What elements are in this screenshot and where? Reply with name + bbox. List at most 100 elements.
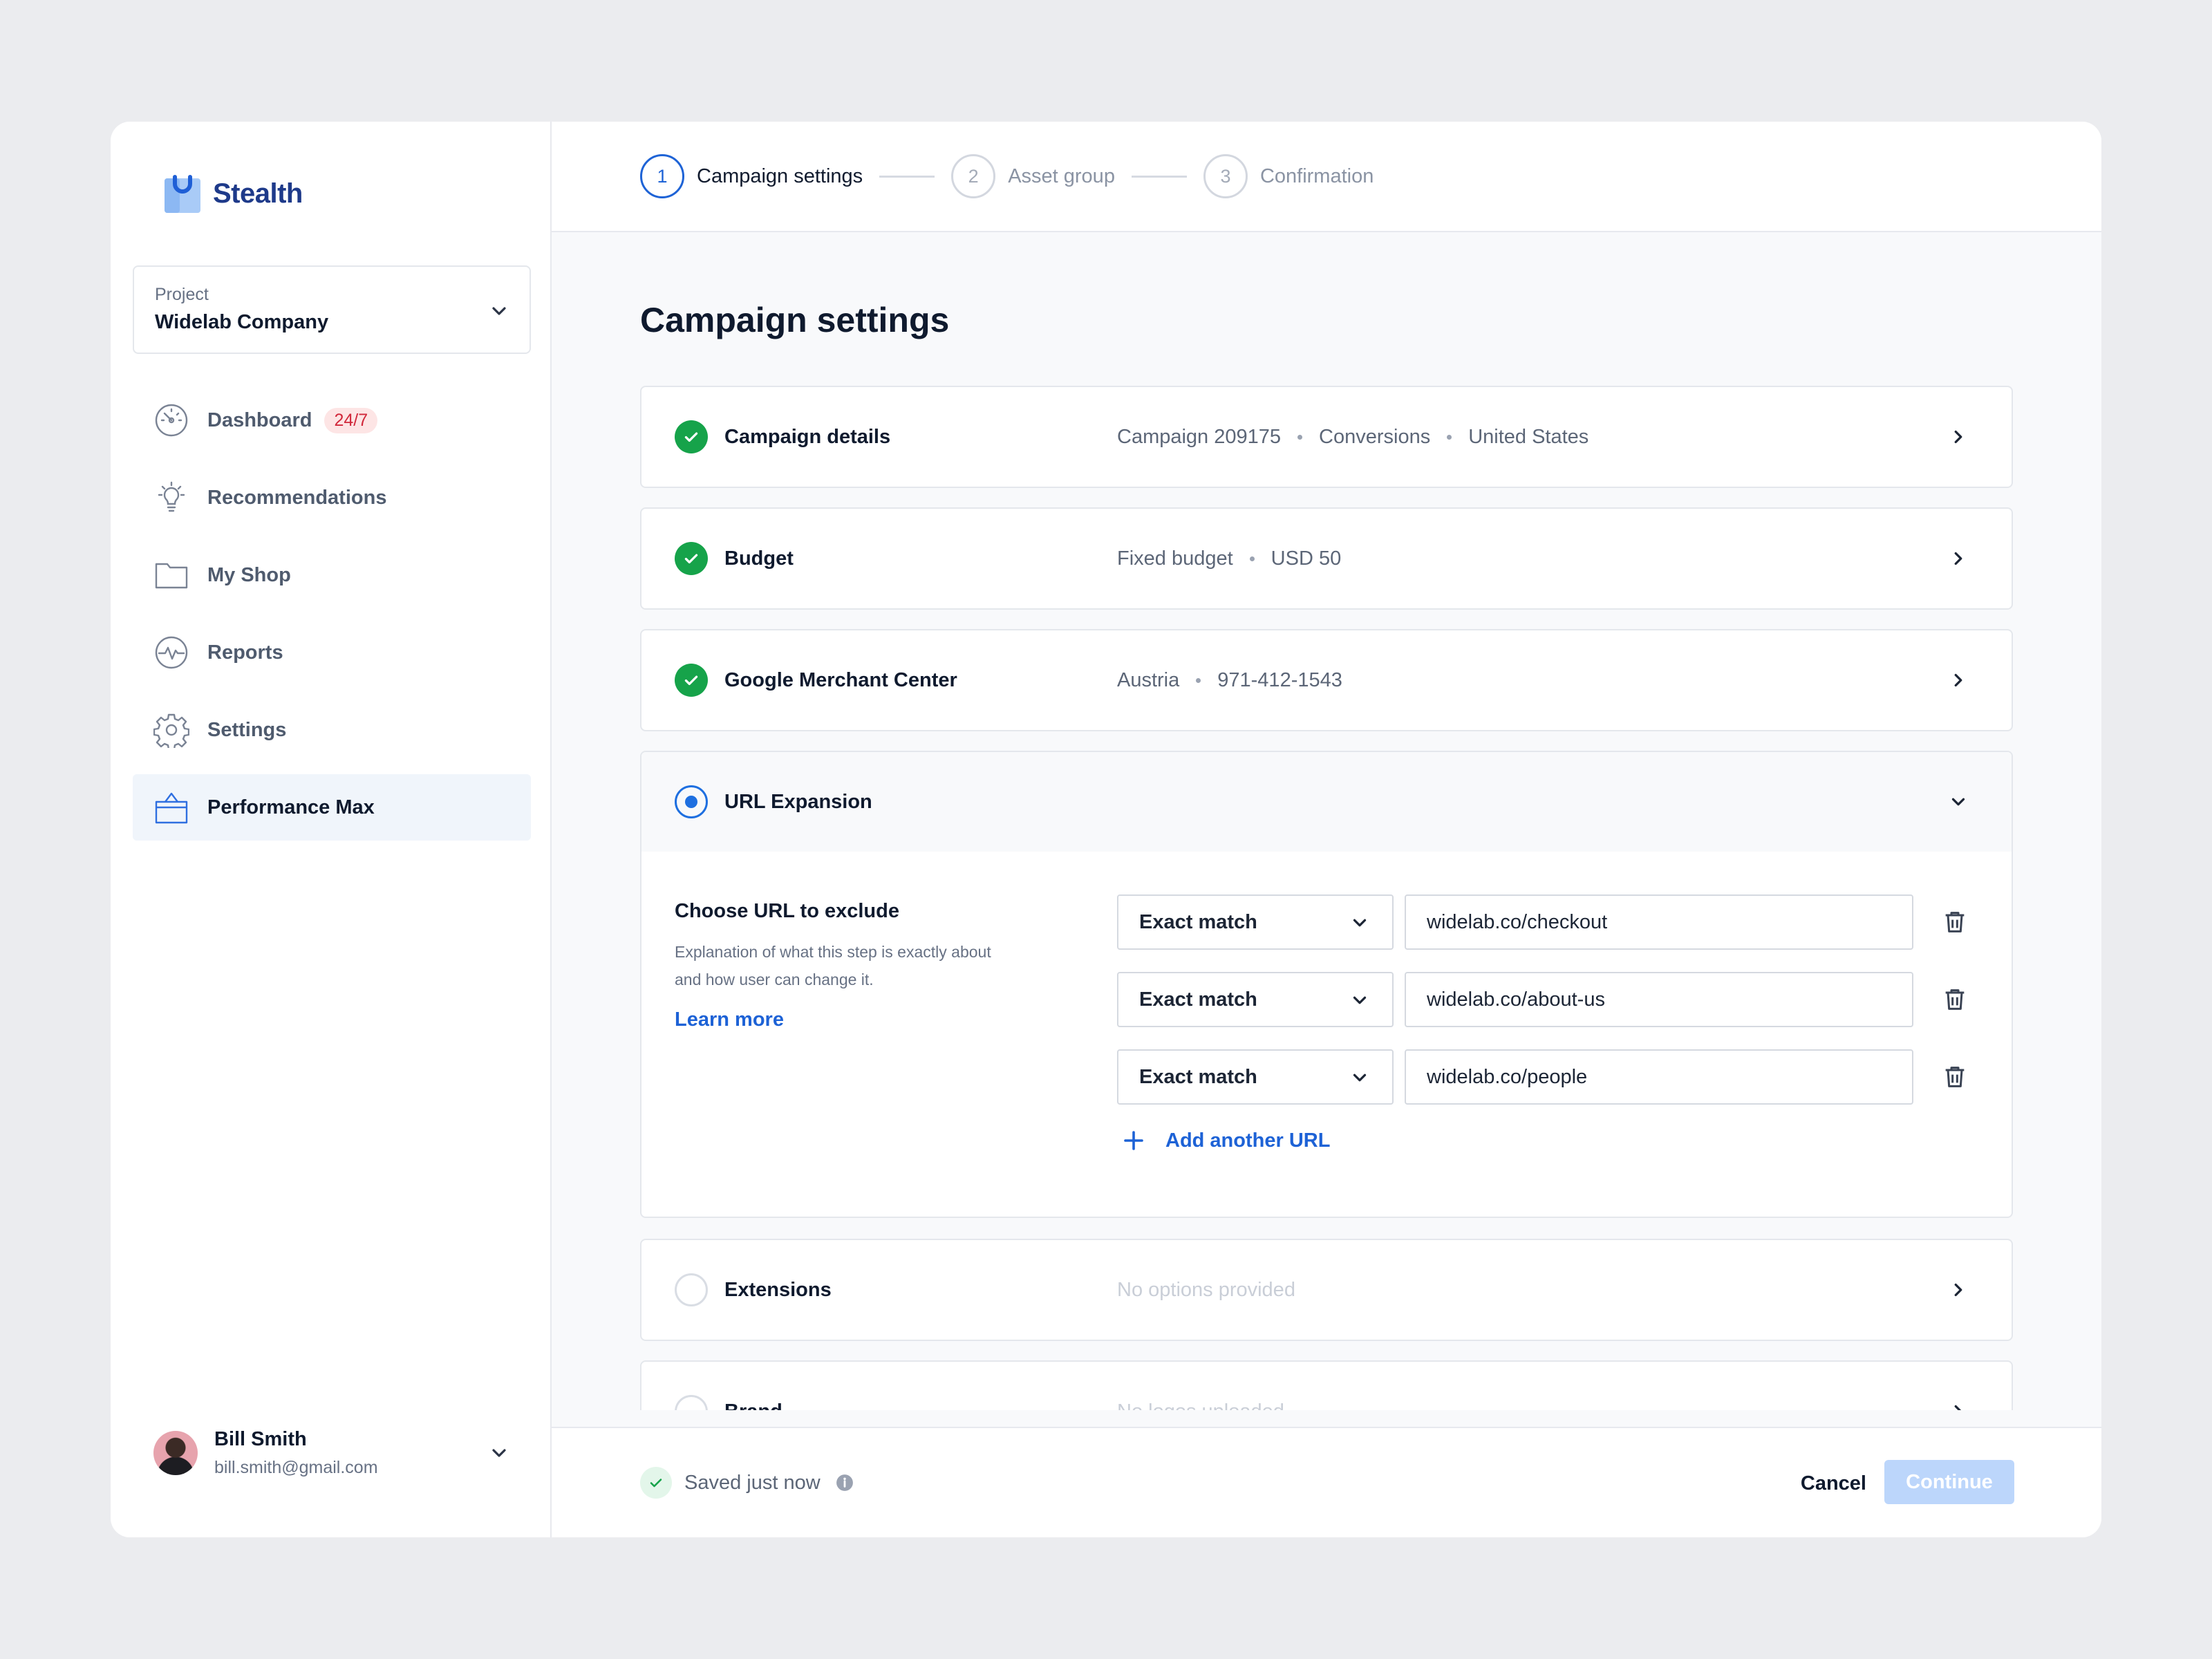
match-type-value: Exact match — [1139, 988, 1257, 1011]
section-row[interactable]: Campaign details Campaign 209175 Convers… — [641, 387, 2012, 487]
section-title: Budget — [724, 547, 794, 570]
activity-icon — [155, 636, 188, 669]
radio-empty-icon — [675, 1273, 708, 1306]
trash-icon[interactable] — [1941, 986, 1969, 1013]
section-extensions: Extensions No options provided — [640, 1239, 2013, 1341]
gauge-icon — [155, 404, 188, 437]
summary-item: Campaign 209175 — [1117, 425, 1282, 448]
chevron-right-icon — [1954, 1283, 1962, 1297]
chevron-right-icon — [1954, 552, 1962, 565]
summary-item: USD 50 — [1271, 547, 1342, 570]
section-summary: Austria 971-412-1543 — [1117, 669, 1342, 692]
separator-dot — [1297, 434, 1303, 440]
url-expansion-body: Choose URL to exclude Explanation of wha… — [641, 852, 2012, 1217]
section-title: URL Expansion — [724, 790, 872, 813]
match-type-select[interactable]: Exact match — [1117, 972, 1394, 1027]
url-input[interactable] — [1405, 972, 1913, 1027]
trash-icon[interactable] — [1941, 1063, 1969, 1091]
cancel-button[interactable]: Cancel — [1784, 1461, 1883, 1506]
match-type-value: Exact match — [1139, 910, 1257, 933]
app-logo[interactable]: Stealth — [165, 174, 303, 213]
separator-dot — [1196, 677, 1201, 683]
url-rule-row: Exact match — [1117, 1049, 1969, 1105]
learn-more-link[interactable]: Learn more — [675, 1009, 784, 1031]
save-status: Saved just now — [640, 1467, 854, 1499]
step-divider — [879, 175, 935, 178]
sidebar-nav: Dashboard 24/7 Recommendations My Shop R… — [133, 387, 531, 852]
section-summary: No options provided — [1117, 1278, 1295, 1301]
info-icon[interactable] — [836, 1474, 854, 1492]
sidebar-item-label: My Shop — [207, 563, 291, 586]
step-confirmation[interactable]: 3 Confirmation — [1203, 154, 1374, 198]
url-input[interactable] — [1405, 894, 1913, 950]
step-divider — [1131, 175, 1187, 178]
match-type-select[interactable]: Exact match — [1117, 1049, 1394, 1105]
separator-dot — [1249, 556, 1255, 561]
add-url-button[interactable]: Add another URL — [1117, 1128, 1330, 1153]
section-campaign-details: Campaign details Campaign 209175 Convers… — [640, 386, 2013, 488]
step-campaign-settings[interactable]: 1 Campaign settings — [640, 154, 863, 198]
radio-empty-icon — [675, 1395, 708, 1410]
summary-item: Fixed budget — [1117, 547, 1233, 570]
sidebar-item-dashboard[interactable]: Dashboard 24/7 — [133, 387, 531, 453]
project-selector[interactable]: Project Widelab Company — [133, 265, 531, 354]
sidebar-item-my-shop[interactable]: My Shop — [133, 542, 531, 608]
lightbulb-icon — [158, 481, 185, 512]
sidebar-item-recommendations[interactable]: Recommendations — [133, 465, 531, 531]
page-header: Campaign settings — [640, 232, 2013, 384]
section-row[interactable]: Brand No logos uploaded — [641, 1362, 2012, 1410]
continue-button[interactable]: Continue — [1884, 1460, 2014, 1504]
check-circle-icon — [675, 664, 708, 697]
summary-item: Austria — [1117, 668, 1180, 691]
chevron-right-icon — [1954, 430, 1962, 444]
section-row[interactable]: Budget Fixed budget USD 50 — [641, 509, 2012, 608]
gear-icon — [153, 713, 189, 748]
chevron-down-icon — [1353, 996, 1367, 1004]
step-number: 1 — [640, 154, 684, 198]
sidebar-item-settings[interactable]: Settings — [133, 697, 531, 763]
match-type-select[interactable]: Exact match — [1117, 894, 1394, 950]
url-input[interactable] — [1405, 1049, 1913, 1105]
sidebar-item-label: Performance Max — [207, 796, 375, 818]
project-label: Project — [155, 285, 209, 304]
user-email: bill.smith@gmail.com — [214, 1458, 378, 1477]
url-help: Choose URL to exclude Explanation of wha… — [675, 900, 1020, 1031]
user-menu[interactable]: Bill Smith bill.smith@gmail.com — [153, 1423, 531, 1483]
app-name: Stealth — [213, 178, 303, 209]
user-info: Bill Smith bill.smith@gmail.com — [214, 1428, 378, 1478]
url-help-description: Explanation of what this step is exactly… — [675, 943, 991, 988]
sidebar-item-label: Reports — [207, 641, 283, 664]
save-status-text: Saved just now — [684, 1471, 821, 1494]
step-number: 2 — [951, 154, 996, 198]
project-value: Widelab Company — [155, 311, 329, 333]
sidebar-item-label: Settings — [207, 718, 287, 741]
section-row[interactable]: Extensions No options provided — [641, 1240, 2012, 1340]
match-type-value: Exact match — [1139, 1065, 1257, 1088]
step-asset-group[interactable]: 2 Asset group — [951, 154, 1115, 198]
sidebar-item-reports[interactable]: Reports — [133, 619, 531, 686]
section-merchant-center: Google Merchant Center Austria 971-412-1… — [640, 629, 2013, 731]
page-title: Campaign settings — [640, 301, 950, 339]
section-row[interactable]: URL Expansion — [641, 752, 2012, 852]
avatar — [153, 1431, 198, 1475]
url-rule-row: Exact match — [1117, 972, 1969, 1027]
shopping-bag-icon — [155, 792, 188, 824]
step-number: 3 — [1203, 154, 1248, 198]
folder-icon — [155, 563, 188, 589]
url-help-title: Choose URL to exclude — [675, 900, 899, 922]
chevron-down-icon — [492, 307, 506, 315]
separator-dot — [1447, 434, 1452, 440]
section-title: Extensions — [724, 1278, 832, 1301]
step-label: Confirmation — [1259, 165, 1374, 187]
settings-content: Campaign settings Campaign details Campa… — [640, 232, 2013, 1410]
chevron-right-icon — [1954, 1405, 1962, 1410]
sidebar: Stealth Project Widelab Company Dashboar… — [111, 122, 552, 1537]
chevron-down-icon — [1951, 798, 1965, 806]
check-circle-icon — [675, 420, 708, 453]
section-summary: No logos uploaded — [1117, 1400, 1284, 1411]
summary-item: Conversions — [1319, 425, 1431, 448]
sidebar-item-performance-max[interactable]: Performance Max — [133, 774, 531, 841]
section-row[interactable]: Google Merchant Center Austria 971-412-1… — [641, 630, 2012, 730]
trash-icon[interactable] — [1941, 908, 1969, 936]
stepper: 1 Campaign settings 2 Asset group 3 Conf… — [552, 122, 2101, 232]
